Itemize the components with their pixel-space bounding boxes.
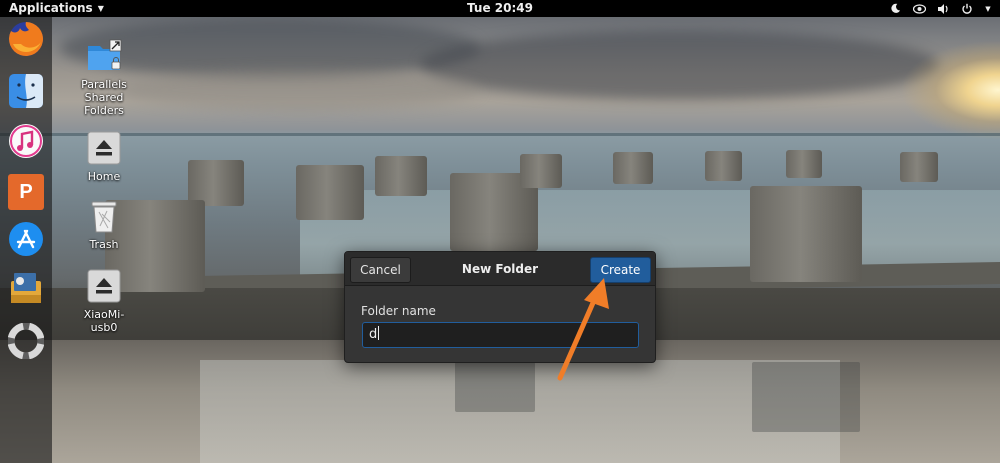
top-panel: Applications ▼ Tue 20:49 ▼: [0, 0, 1000, 17]
desktop-wallpaper: [0, 0, 1000, 463]
dock: P: [0, 17, 52, 463]
chevron-down-icon: ▼: [97, 4, 104, 13]
volume-icon[interactable]: [936, 2, 950, 16]
system-tray[interactable]: ▼: [888, 0, 992, 17]
firefox-icon: [7, 20, 45, 62]
network-icon[interactable]: [912, 2, 926, 16]
folder-name-value: d: [369, 327, 378, 342]
lifebuoy-icon: [7, 322, 45, 363]
desktop-icon-label: Home: [87, 170, 121, 183]
dock-item-help[interactable]: [6, 322, 46, 363]
desktop-icon-label: XiaoMi- usb0: [83, 308, 125, 334]
shared-folder-icon: [84, 36, 124, 76]
preview-icon: [7, 269, 45, 311]
finder-icon: [8, 73, 44, 113]
folder-name-label: Folder name: [361, 304, 436, 318]
music-icon: [7, 122, 45, 164]
eject-icon: [84, 266, 124, 306]
desktop-icon-label: Trash: [89, 238, 119, 251]
dock-item-finder[interactable]: [6, 73, 46, 113]
clock: Tue 20:49: [0, 0, 1000, 17]
clock-label[interactable]: Tue 20:49: [467, 1, 533, 15]
trash-icon: [84, 196, 124, 236]
dock-item-itunes[interactable]: [6, 123, 46, 163]
cancel-button[interactable]: Cancel: [350, 257, 411, 283]
desktop-icon-label: Parallels Shared Folders: [81, 78, 127, 117]
text-caret: [378, 326, 380, 340]
create-button[interactable]: Create: [590, 257, 651, 283]
dock-item-preview[interactable]: [6, 270, 46, 310]
folder-name-input[interactable]: d: [362, 322, 639, 348]
app-store-icon: [7, 220, 45, 262]
desktop-icon-trash[interactable]: Trash: [64, 196, 144, 251]
dock-item-wps-presentation[interactable]: P: [6, 172, 46, 212]
dialog-header: New Folder Cancel Create: [345, 252, 655, 286]
power-icon[interactable]: [960, 2, 974, 16]
presentation-icon: P: [8, 174, 44, 210]
dock-item-app-store[interactable]: [6, 221, 46, 261]
eject-icon: [84, 128, 124, 168]
new-folder-dialog: New Folder Cancel Create Folder name d: [344, 251, 656, 363]
desktop-icon-home[interactable]: Home: [64, 128, 144, 183]
desktop-icon-parallels-shared-folders[interactable]: Parallels Shared Folders: [64, 36, 144, 117]
applications-label: Applications: [9, 1, 93, 15]
night-light-icon[interactable]: [888, 2, 902, 16]
applications-menu[interactable]: Applications ▼: [9, 0, 104, 17]
dock-item-firefox[interactable]: [6, 21, 46, 61]
desktop-icon-xiaomi-usb0[interactable]: XiaoMi- usb0: [64, 266, 144, 334]
chevron-down-icon[interactable]: ▼: [984, 2, 992, 16]
